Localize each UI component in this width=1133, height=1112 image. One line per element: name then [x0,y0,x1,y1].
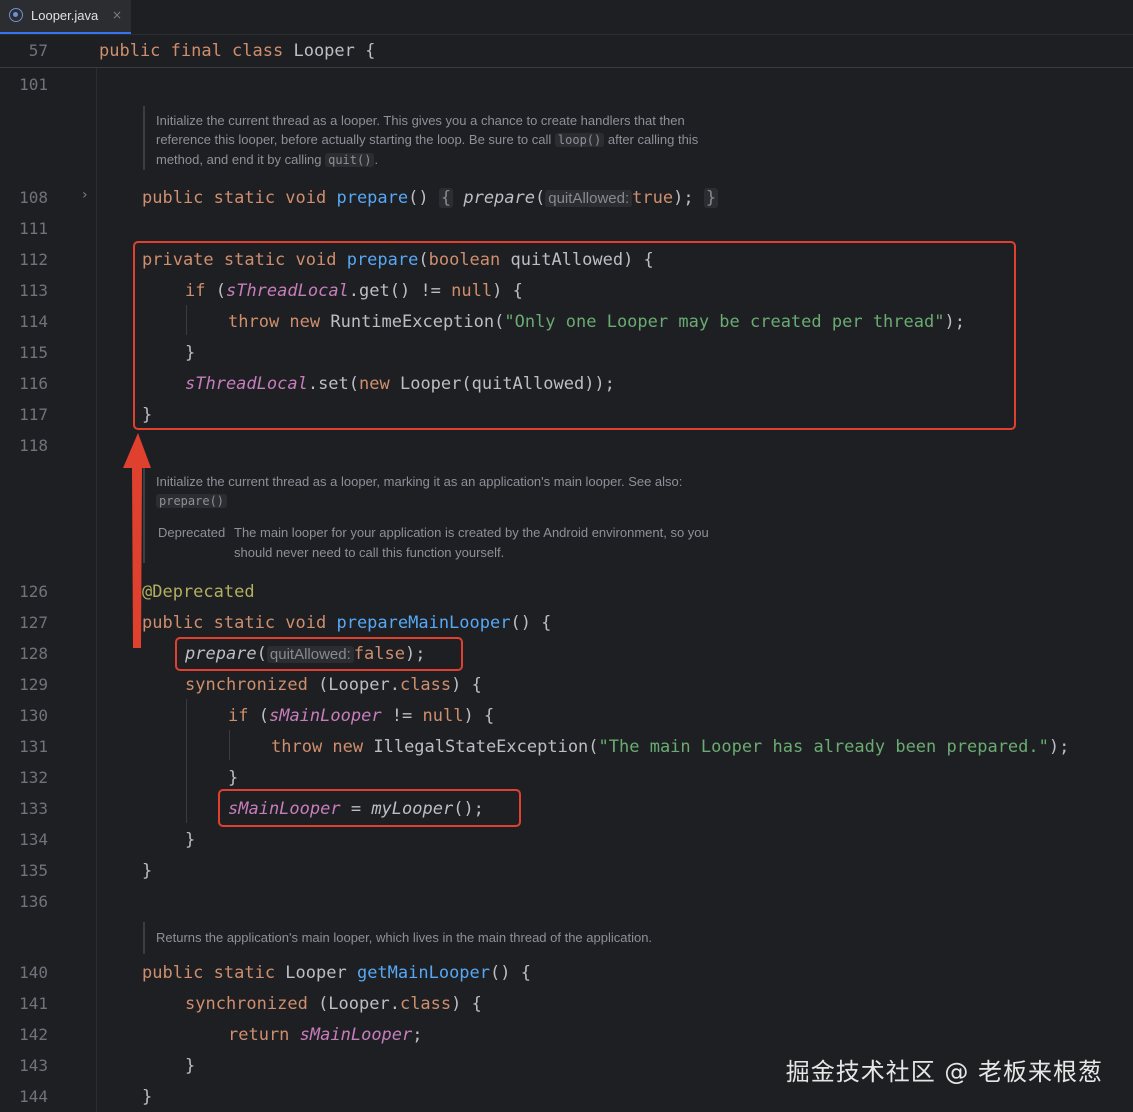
close-icon[interactable]: × [112,8,122,22]
doc-line: Initialize the current thread as a loope… [156,113,685,128]
code-line-143: } [185,1056,196,1076]
doc-link-loop[interactable]: loop() [554,133,605,147]
gutter-separator [96,68,97,1112]
line-number: 143 [19,1056,48,1075]
code-line-129: synchronized (Looper.class) { [185,675,482,695]
indent-guide [229,730,230,760]
code-line-135: } [142,861,153,881]
line-number: 140 [19,963,48,982]
doc-bar [143,106,145,170]
sticky-class-header: 57 public final class Looper { [0,35,1133,68]
class-declaration: public final class Looper { [99,41,376,61]
code-line-108: public static void prepare() { prepare(q… [142,188,719,208]
highlight-box-prepare-call [175,637,463,671]
code-line-141: synchronized (Looper.class) { [185,994,482,1014]
code-line-134: } [185,830,196,850]
line-number: 116 [19,374,48,393]
line-number: 113 [19,281,48,300]
line-number: 127 [19,613,48,632]
folded-brace[interactable]: } [703,188,719,208]
arrow-shape [123,433,151,648]
line-number: 135 [19,861,48,880]
deprecated-label: Deprecated [158,525,226,540]
chevron-right-icon[interactable]: › [82,187,88,203]
line-number: 126 [19,582,48,601]
line-number: 141 [19,994,48,1013]
line-number: 142 [19,1025,48,1044]
line-number: 130 [19,706,48,725]
line-number: 134 [19,830,48,849]
indent-guide [186,699,187,823]
doc-link-prepare[interactable]: prepare() [156,494,228,508]
doc-line: Returns the application's main looper, w… [156,930,653,945]
code-line-126: @Deprecated [142,582,255,602]
doc-line: Initialize the current thread as a loope… [156,474,683,489]
tab-looper-java[interactable]: Looper.java × [0,0,131,34]
code-line-142: return sMainLooper; [228,1025,423,1045]
line-number: 101 [19,75,48,94]
line-number: 132 [19,768,48,787]
line-number: 144 [19,1087,48,1106]
line-number: 136 [19,892,48,911]
java-class-icon [9,8,23,22]
doc-line: method, and end it by calling quit(). [156,152,379,167]
param-hint: quitAllowed: [545,190,633,207]
line-number: 114 [19,312,48,331]
line-number: 118 [19,436,48,455]
red-arrow [123,433,151,648]
line-number: 133 [19,799,48,818]
code-line-132: } [228,768,239,788]
code-line-130: if (sMainLooper != null) { [228,706,495,726]
doc-line: The main looper for your application is … [234,525,709,540]
watermark: 掘金技术社区 @ 老板来根葱 [785,1058,1103,1086]
highlight-box-prepare-method [133,241,1016,430]
doc-line: prepare() [156,491,228,511]
editor-tab-bar [0,0,1133,35]
doc-line: reference this looper, before actually s… [156,132,699,147]
line-number: 115 [19,343,48,362]
line-number: 129 [19,675,48,694]
line-number: 131 [19,737,48,756]
line-number: 112 [19,250,48,269]
line-number: 128 [19,644,48,663]
tab-label: Looper.java [31,8,99,23]
highlight-box-mainlooper-assign [218,789,521,827]
code-line-131: throw new IllegalStateException("The mai… [271,737,1070,757]
doc-bar [143,922,145,954]
line-number: 111 [19,219,48,238]
code-line-127: public static void prepareMainLooper() { [142,613,552,633]
line-number: 117 [19,405,48,424]
code-line-140: public static Looper getMainLooper() { [142,963,531,983]
folded-brace[interactable]: { [438,188,454,208]
code-line-144: } [142,1087,153,1107]
line-number: 57 [28,41,48,60]
line-number: 108 [19,188,48,207]
doc-line: should never need to call this function … [234,545,505,560]
doc-link-quit[interactable]: quit() [325,153,375,167]
